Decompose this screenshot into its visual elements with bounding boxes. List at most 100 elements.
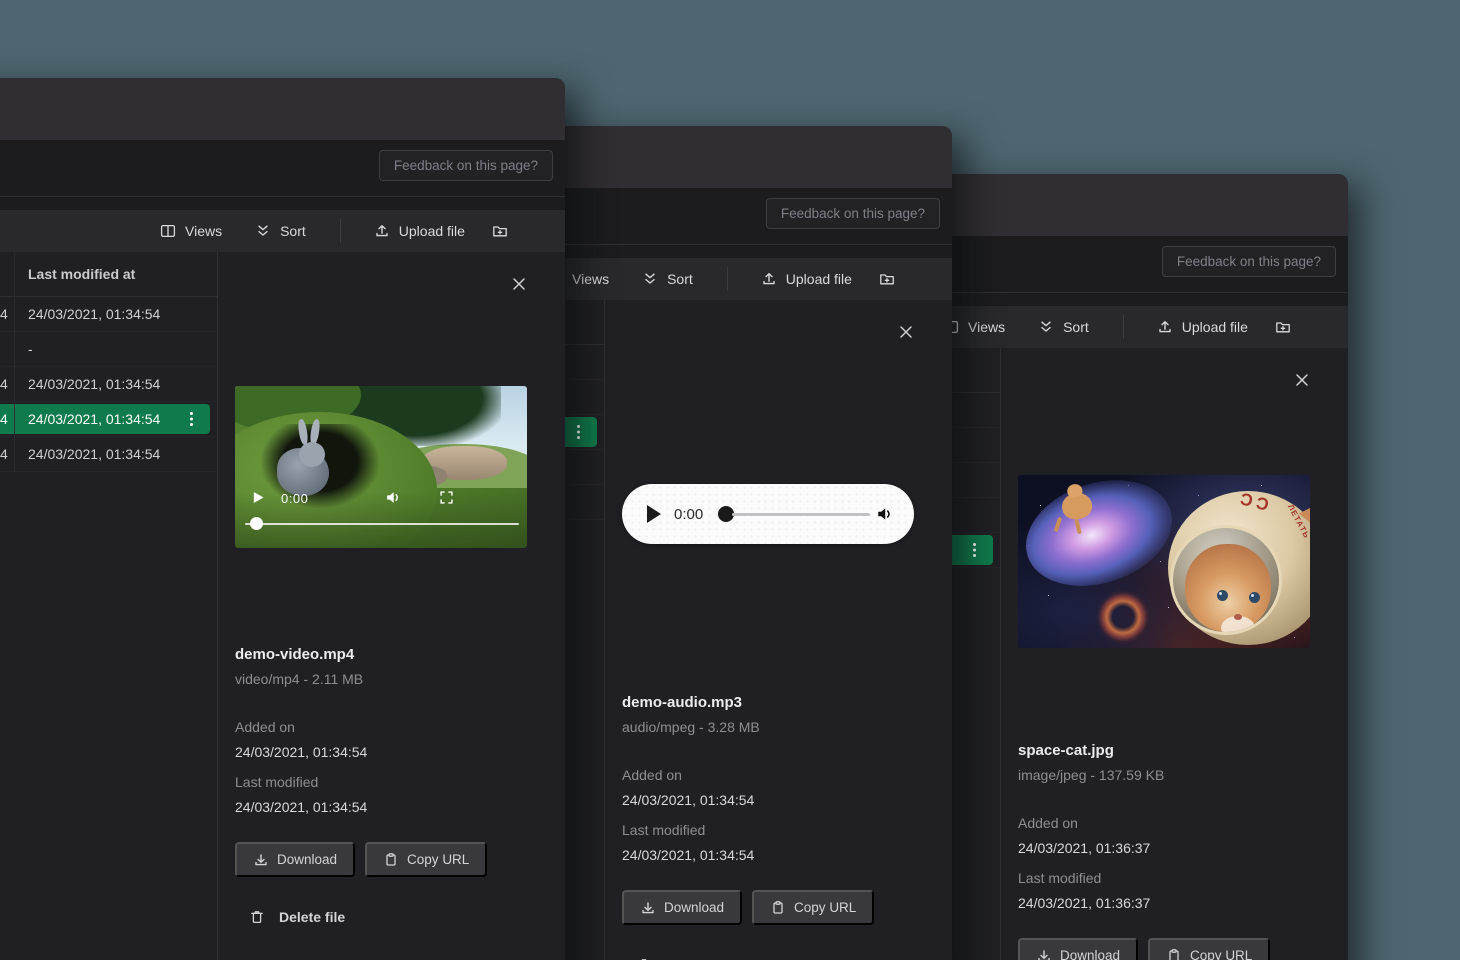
file-name: demo-audio.mp3 [622,694,742,711]
sort-chevrons-icon [642,271,658,287]
cat-face [1185,544,1271,632]
views-button[interactable]: Views [943,319,1005,335]
galaxy-swirl [1018,475,1186,604]
download-button[interactable]: Download [1018,938,1138,960]
feedback-button[interactable]: Feedback on this page? [379,150,553,181]
table-row[interactable]: 424/03/2021, 01:34:54 [0,437,217,472]
upload-file-label: Upload file [786,271,852,287]
close-icon[interactable] [511,276,527,292]
toolbar-divider [727,267,728,291]
seek-track[interactable] [245,523,519,525]
assets-table: Last modified at 4 24/03/2021, 01:34:54 - 4… [0,252,217,472]
file-meta: video/mp4 - 2.11 MB [235,671,363,687]
seek-track[interactable] [732,513,870,517]
upload-file-label: Upload file [399,223,465,239]
table-row[interactable]: 4 24/03/2021, 01:34:54 [0,367,217,402]
upload-file-label: Upload file [1182,319,1248,335]
added-on-label: Added on [622,767,682,783]
feedback-button[interactable]: Feedback on this page? [766,198,940,229]
copy-url-button[interactable]: Copy URL [365,842,487,877]
play-icon[interactable] [647,505,661,523]
folder-plus-icon [1275,319,1292,336]
sort-button[interactable]: Sort [255,223,306,239]
last-modified-value: 24/03/2021, 01:34:54 [622,847,754,863]
video-preview[interactable]: 0:00 [235,386,527,548]
last-modified-at-header: Last modified at [28,266,135,282]
toolbar-divider [1123,315,1124,339]
last-modified-label: Last modified [1018,870,1101,886]
close-icon[interactable] [898,324,914,340]
row-actions-kebab-icon[interactable] [577,431,580,434]
views-label: Views [572,271,609,287]
clipboard-icon [1166,948,1181,960]
player-time: 0:00 [281,491,308,506]
player-time: 0:00 [674,506,703,523]
added-on-label: Added on [1018,815,1078,831]
upload-file-button[interactable]: Upload file [374,223,465,239]
sort-button[interactable]: Sort [1038,319,1089,335]
folder-plus-icon [879,271,896,288]
feedback-button[interactable]: Feedback on this page? [1162,246,1336,277]
table-row[interactable]: 424/03/2021, 01:34:54 [0,402,217,437]
added-on-value: 24/03/2021, 01:36:37 [1018,840,1150,856]
download-icon [1036,948,1051,960]
last-modified-cell: 24/03/2021, 01:34:54 [28,376,160,392]
last-modified-label: Last modified [235,774,318,790]
sort-label: Sort [280,223,306,239]
row-actions-kebab-icon[interactable] [973,549,976,552]
clipboard-icon [770,900,785,915]
audio-player[interactable]: 0:00 [622,484,914,544]
truncated-cell: 4 [0,306,11,322]
views-button[interactable]: Views [160,223,222,239]
add-folder-button[interactable] [1275,319,1292,336]
fullscreen-icon[interactable] [439,490,454,505]
last-modified-cell: - [28,341,33,357]
last-modified-cell: 24/03/2021, 01:34:54 [28,411,160,427]
download-icon [640,900,655,915]
table-row[interactable]: - [0,332,217,367]
columns-icon [160,223,176,239]
table-header: Last modified at [0,252,217,297]
sort-button[interactable]: Sort [642,271,693,287]
upload-icon [761,271,777,287]
media-library-window-video: Feedback on this page? Views Sort Upload… [0,78,565,960]
add-folder-button[interactable] [492,223,509,240]
last-modified-cell: 24/03/2021, 01:34:54 [28,306,160,322]
sort-label: Sort [1063,319,1089,335]
file-meta: image/jpeg - 137.59 KB [1018,767,1164,783]
image-preview: ƆƆЛЕТАТЬ [1018,475,1310,648]
trash-icon [249,909,265,925]
play-icon[interactable] [251,490,266,505]
add-folder-button[interactable] [879,271,896,288]
page-header-zone: Feedback on this page? [0,140,565,210]
upload-file-button[interactable]: Upload file [1157,319,1248,335]
toolbar-divider [340,219,341,243]
file-meta: audio/mpeg - 3.28 MB [622,719,760,735]
truncated-cell: 4 [0,376,11,392]
copy-url-button[interactable]: Copy URL [1148,938,1270,960]
sort-chevrons-icon [1038,319,1054,335]
copy-url-button[interactable]: Copy URL [752,890,874,925]
volume-icon[interactable] [876,505,894,523]
helmet-visor [1170,525,1282,635]
upload-icon [374,223,390,239]
sort-chevrons-icon [255,223,271,239]
last-modified-label: Last modified [622,822,705,838]
seek-handle[interactable] [250,517,263,530]
file-details-panel: 0:00 demo-audio.mp3 audio/mpeg - 3.28 MB… [605,300,952,960]
added-on-value: 24/03/2021, 01:34:54 [235,744,367,760]
file-name: demo-video.mp4 [235,646,354,663]
volume-icon[interactable] [385,489,402,506]
desktop-background: Feedback on this page? Views Sort Upload… [0,0,1460,960]
views-label: Views [185,223,222,239]
download-button[interactable]: Download [622,890,742,925]
table-row[interactable]: 4 24/03/2021, 01:34:54 [0,297,217,332]
close-icon[interactable] [1294,372,1310,388]
last-modified-cell: 24/03/2021, 01:34:54 [28,446,160,462]
upload-file-button[interactable]: Upload file [761,271,852,287]
last-modified-value: 24/03/2021, 01:34:54 [235,799,367,815]
file-details-panel: 0:00 demo-video.mp4 video/mp4 - 2.11 MB … [218,252,565,960]
download-button[interactable]: Download [235,842,355,877]
row-actions-kebab-icon[interactable] [190,418,193,421]
delete-file-button[interactable]: Delete file [249,909,345,925]
